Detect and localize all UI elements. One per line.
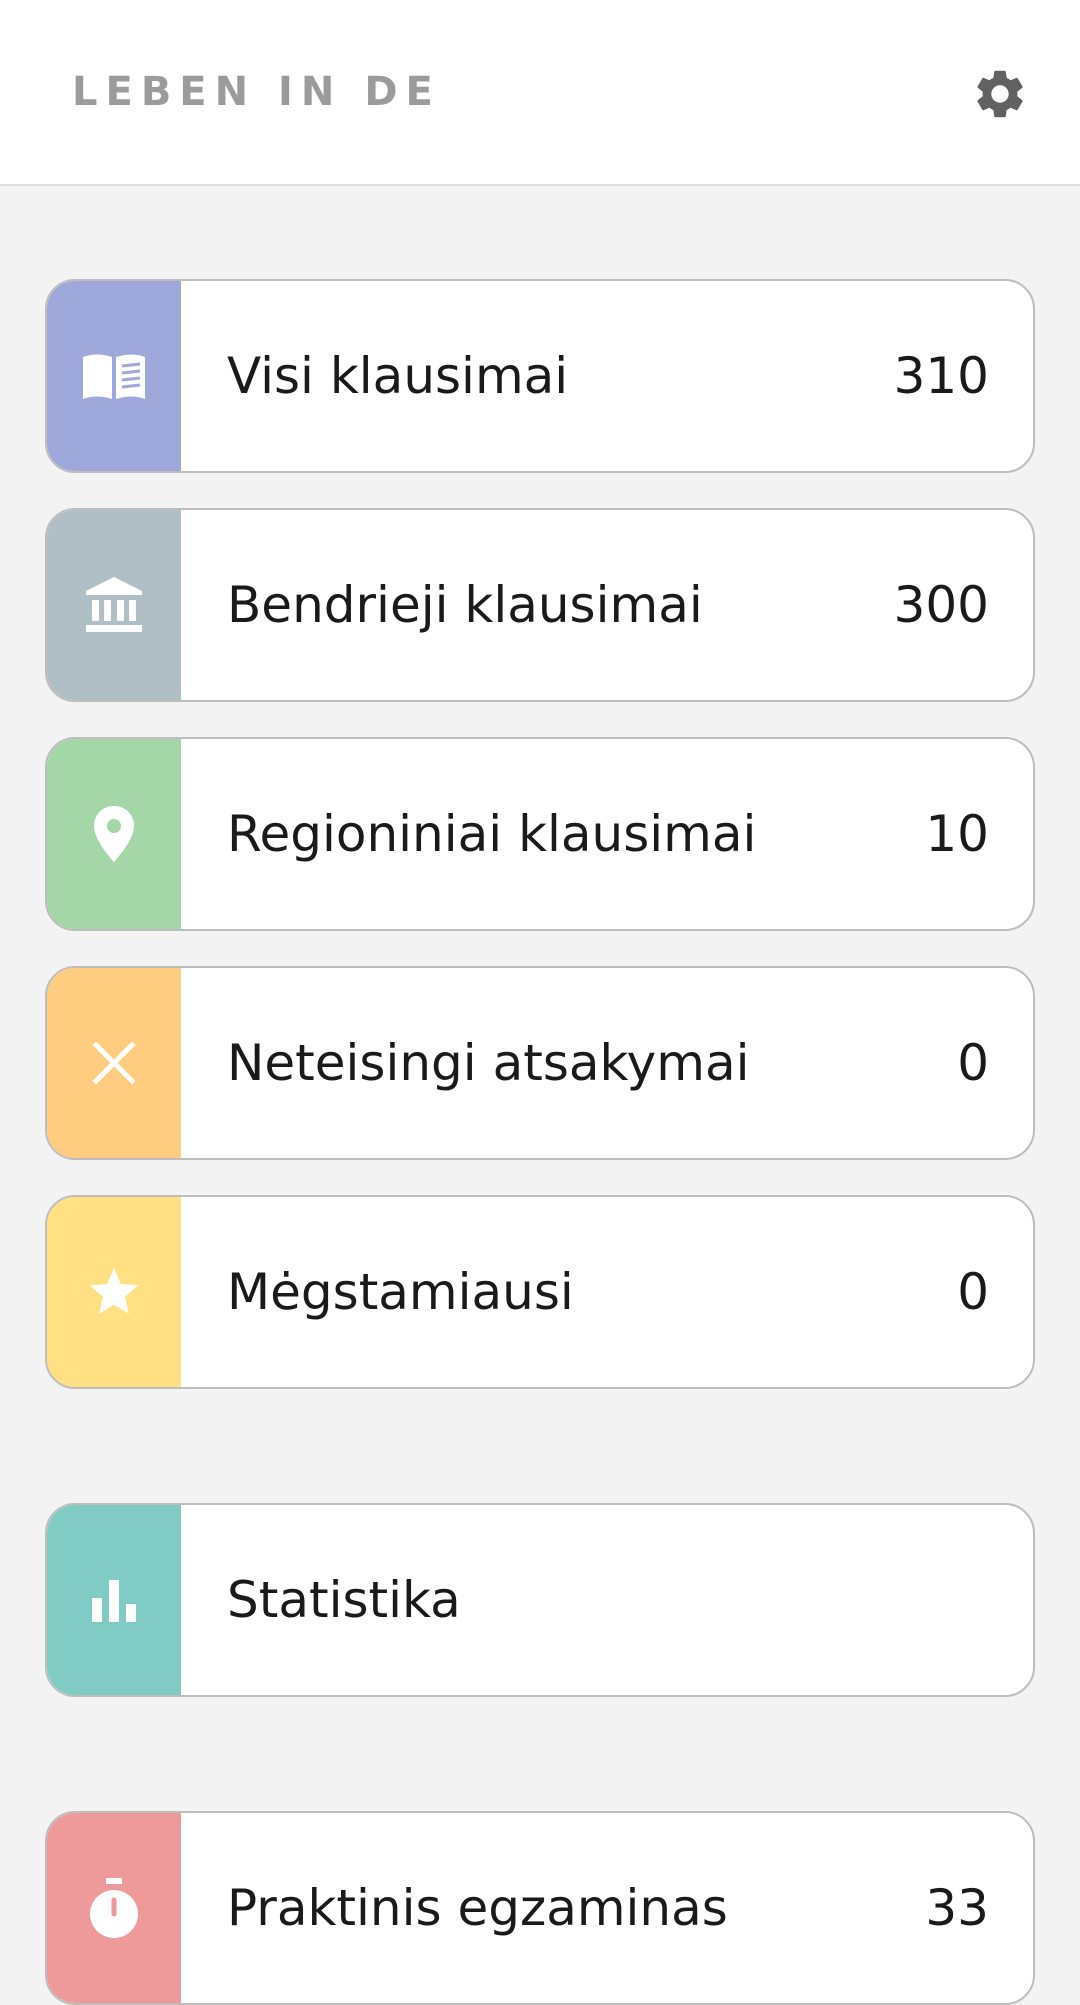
icon-box [47, 1813, 181, 2003]
menu-item-favorites[interactable]: Mėgstamiausi 0 [45, 1195, 1035, 1389]
icon-box [47, 510, 181, 700]
menu-item-count: 0 [957, 1263, 989, 1321]
icon-box [47, 739, 181, 929]
menu-item-count: 10 [925, 805, 989, 863]
institution-icon [86, 577, 142, 632]
menu-item-regional-questions[interactable]: Regioniniai klausimai 10 [45, 737, 1035, 931]
menu-item-all-questions[interactable]: Visi klausimai 310 [45, 279, 1035, 473]
location-pin-icon [94, 806, 134, 862]
gear-icon [977, 70, 1023, 118]
bar-chart-icon [92, 1580, 136, 1622]
settings-button[interactable] [968, 62, 1032, 126]
menu-item-practice-exam[interactable]: Praktinis egzaminas 33 [45, 1811, 1035, 2005]
stopwatch-icon [90, 1878, 138, 1938]
app-title: LEBEN IN DE [72, 69, 441, 115]
menu-item-count: 300 [893, 576, 989, 634]
icon-box [47, 1505, 181, 1695]
menu-item-wrong-answers[interactable]: Neteisingi atsakymai 0 [45, 966, 1035, 1160]
menu-item-count: 0 [957, 1034, 989, 1092]
menu-item-label: Statistika [227, 1571, 461, 1629]
menu-item-label: Praktinis egzaminas [227, 1879, 728, 1937]
icon-box [47, 281, 181, 471]
menu-item-label: Visi klausimai [227, 347, 569, 405]
icon-box [47, 1197, 181, 1387]
menu-item-count: 33 [925, 1879, 989, 1937]
menu-item-label: Bendrieji klausimai [227, 576, 703, 634]
star-icon [89, 1267, 139, 1314]
close-icon [92, 1041, 136, 1085]
menu-item-general-questions[interactable]: Bendrieji klausimai 300 [45, 508, 1035, 702]
menu-item-count: 310 [893, 347, 989, 405]
book-icon [83, 354, 145, 399]
menu-item-label: Mėgstamiausi [227, 1263, 574, 1321]
app-header: LEBEN IN DE [0, 0, 1080, 186]
menu-item-statistics[interactable]: Statistika [45, 1503, 1035, 1697]
icon-box [47, 968, 181, 1158]
menu-item-label: Neteisingi atsakymai [227, 1034, 750, 1092]
menu-item-label: Regioniniai klausimai [227, 805, 757, 863]
